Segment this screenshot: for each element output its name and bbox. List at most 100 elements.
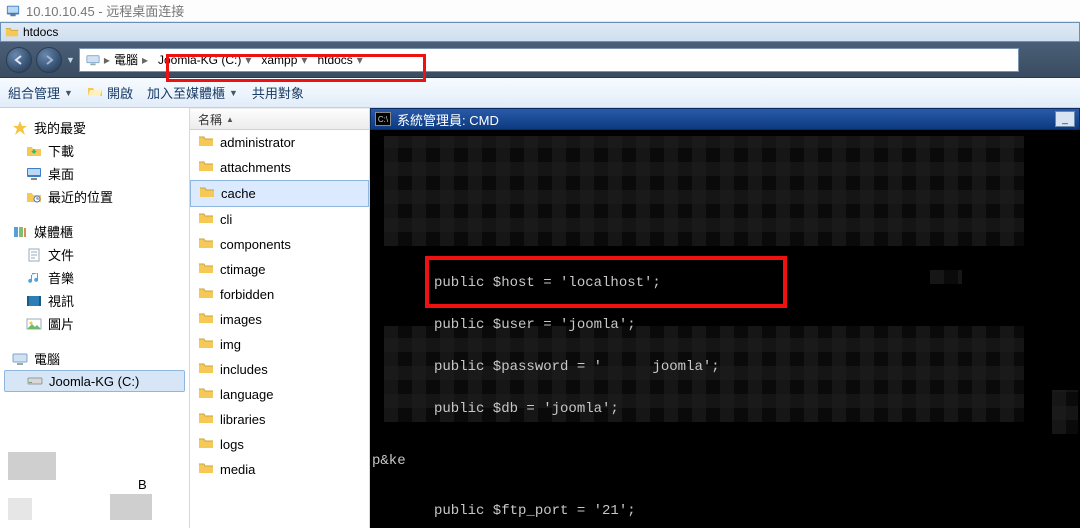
chevron-down-icon: ▼ [229, 88, 238, 98]
file-name: media [220, 462, 255, 477]
file-name: language [220, 387, 274, 402]
breadcrumb-root[interactable]: ▸ 電腦 ▸ [82, 49, 154, 71]
folder-icon [198, 310, 214, 329]
forward-button[interactable] [36, 47, 62, 73]
cmd-body[interactable]: public $host = 'localhost'; public $user… [370, 130, 1080, 419]
nav-documents[interactable]: 文件 [4, 243, 185, 266]
nav-drive-c[interactable]: Joomla-KG (C:) [4, 370, 185, 392]
folder-icon [198, 158, 214, 177]
file-list-pane[interactable]: 名稱 ▲ administrator attachments cache cli com… [190, 108, 370, 528]
folder-icon [198, 210, 214, 229]
libraries-icon [12, 224, 28, 240]
file-row-components[interactable]: components [190, 232, 369, 257]
pixelated-region [384, 136, 1024, 246]
back-button[interactable] [6, 47, 32, 73]
nav-computer-head[interactable]: 電腦 [4, 347, 185, 370]
file-row-images[interactable]: images [190, 307, 369, 332]
cmd-line: public $db = 'joomla'; [434, 399, 720, 420]
desktop-icon [26, 166, 42, 182]
stray-letter: B [138, 477, 147, 492]
toolbar-open[interactable]: 開啟 [87, 83, 133, 102]
pixelated-region [8, 452, 56, 480]
file-row-attachments[interactable]: attachments [190, 155, 369, 180]
file-name: components [220, 237, 291, 252]
sort-asc-icon: ▲ [226, 115, 234, 124]
nav-music[interactable]: 音樂 [4, 266, 185, 289]
toolbar-organize[interactable]: 組合管理 ▼ [8, 83, 73, 102]
breadcrumb-part-0[interactable]: Joomla-KG (C:)▾ [154, 49, 257, 71]
nav-history-dropdown[interactable]: ▼ [66, 55, 75, 65]
chevron-down-icon: ▼ [64, 88, 73, 98]
file-row-media[interactable]: media [190, 457, 369, 482]
folder-icon [198, 235, 214, 254]
chevron-right-icon[interactable]: ▸ [140, 53, 150, 67]
file-row-logs[interactable]: logs [190, 432, 369, 457]
breadcrumb-root-label: 電腦 [114, 51, 138, 68]
nav-recent[interactable]: 最近的位置 [4, 185, 185, 208]
address-bar[interactable]: ▸ 電腦 ▸ Joomla-KG (C:)▾ xampp▾ htdocs▾ [79, 48, 1019, 72]
file-row-ctimage[interactable]: ctimage [190, 257, 369, 282]
file-name: images [220, 312, 262, 327]
cmd-line: public $host = 'localhost'; [434, 273, 720, 294]
star-icon [12, 120, 28, 136]
file-row-includes[interactable]: includes [190, 357, 369, 382]
file-row-cache[interactable]: cache [190, 180, 369, 207]
folder-icon [198, 385, 214, 404]
nav-group-libraries: 媒體櫃 文件 音樂 視訊 圖片 [4, 220, 185, 335]
pixelated-region [8, 498, 32, 520]
recent-icon [26, 189, 42, 205]
folder-icon [198, 435, 214, 454]
file-row-language[interactable]: language [190, 382, 369, 407]
computer-icon [12, 351, 28, 367]
explorer-title-text: htdocs [23, 25, 58, 39]
rdp-icon [6, 4, 20, 18]
nav-group-computer: 電腦 Joomla-KG (C:) [4, 347, 185, 392]
nav-downloads[interactable]: 下載 [4, 139, 185, 162]
folder-icon [198, 360, 214, 379]
nav-libraries-head[interactable]: 媒體櫃 [4, 220, 185, 243]
cmd-window[interactable]: C:\ 系統管理員: CMD _ public $host = 'localho… [370, 108, 1080, 528]
cmd-line: public $password = ' joomla'; [434, 357, 720, 378]
documents-icon [26, 247, 42, 263]
downloads-icon [26, 143, 42, 159]
file-row-administrator[interactable]: administrator [190, 130, 369, 155]
breadcrumb-part-2[interactable]: htdocs▾ [313, 49, 368, 71]
computer-icon [86, 53, 100, 67]
breadcrumb-part-1[interactable]: xampp▾ [257, 49, 313, 71]
music-icon [26, 270, 42, 286]
nav-videos[interactable]: 視訊 [4, 289, 185, 312]
file-row-cli[interactable]: cli [190, 207, 369, 232]
file-name: logs [220, 437, 244, 452]
file-name: cache [221, 186, 256, 201]
pixelated-region [1052, 390, 1078, 434]
column-header-name[interactable]: 名稱 ▲ [190, 108, 369, 130]
chevron-right-icon[interactable]: ▾ [243, 53, 253, 67]
file-row-img[interactable]: img [190, 332, 369, 357]
cmd-titlebar[interactable]: C:\ 系統管理員: CMD _ [370, 108, 1080, 130]
nav-favorites-head[interactable]: 我的最愛 [4, 116, 185, 139]
chevron-right-icon[interactable]: ▾ [299, 53, 309, 67]
folder-icon [5, 25, 19, 39]
file-row-libraries[interactable]: libraries [190, 407, 369, 432]
minimize-button[interactable]: _ [1055, 111, 1075, 127]
explorer-titlebar[interactable]: htdocs [0, 22, 1080, 42]
pixelated-region [930, 270, 962, 284]
nav-pictures[interactable]: 圖片 [4, 312, 185, 335]
nav-desktop[interactable]: 桌面 [4, 162, 185, 185]
file-name: forbidden [220, 287, 274, 302]
folder-icon [199, 184, 215, 203]
cmd-line: public $ftp_port = '21'; [434, 501, 720, 522]
pixelated-region [110, 494, 152, 520]
cmd-title-text: 系統管理員: CMD [397, 110, 499, 129]
nav-group-favorites: 我的最愛 下載 桌面 最近的位置 [4, 116, 185, 208]
cmd-fragment: p&ke [372, 453, 406, 469]
file-name: includes [220, 362, 268, 377]
file-name: ctimage [220, 262, 266, 277]
chevron-right-icon[interactable]: ▾ [355, 53, 365, 67]
chevron-right-icon[interactable]: ▸ [102, 53, 112, 67]
toolbar-share[interactable]: 共用對象 [252, 83, 304, 102]
nav-pane[interactable]: 我的最愛 下載 桌面 最近的位置 媒體櫃 文件 音樂 視訊 圖片 電腦 Joom… [0, 108, 190, 528]
file-name: administrator [220, 135, 295, 150]
toolbar-addlibrary[interactable]: 加入至媒體櫃 ▼ [147, 83, 238, 102]
file-row-forbidden[interactable]: forbidden [190, 282, 369, 307]
